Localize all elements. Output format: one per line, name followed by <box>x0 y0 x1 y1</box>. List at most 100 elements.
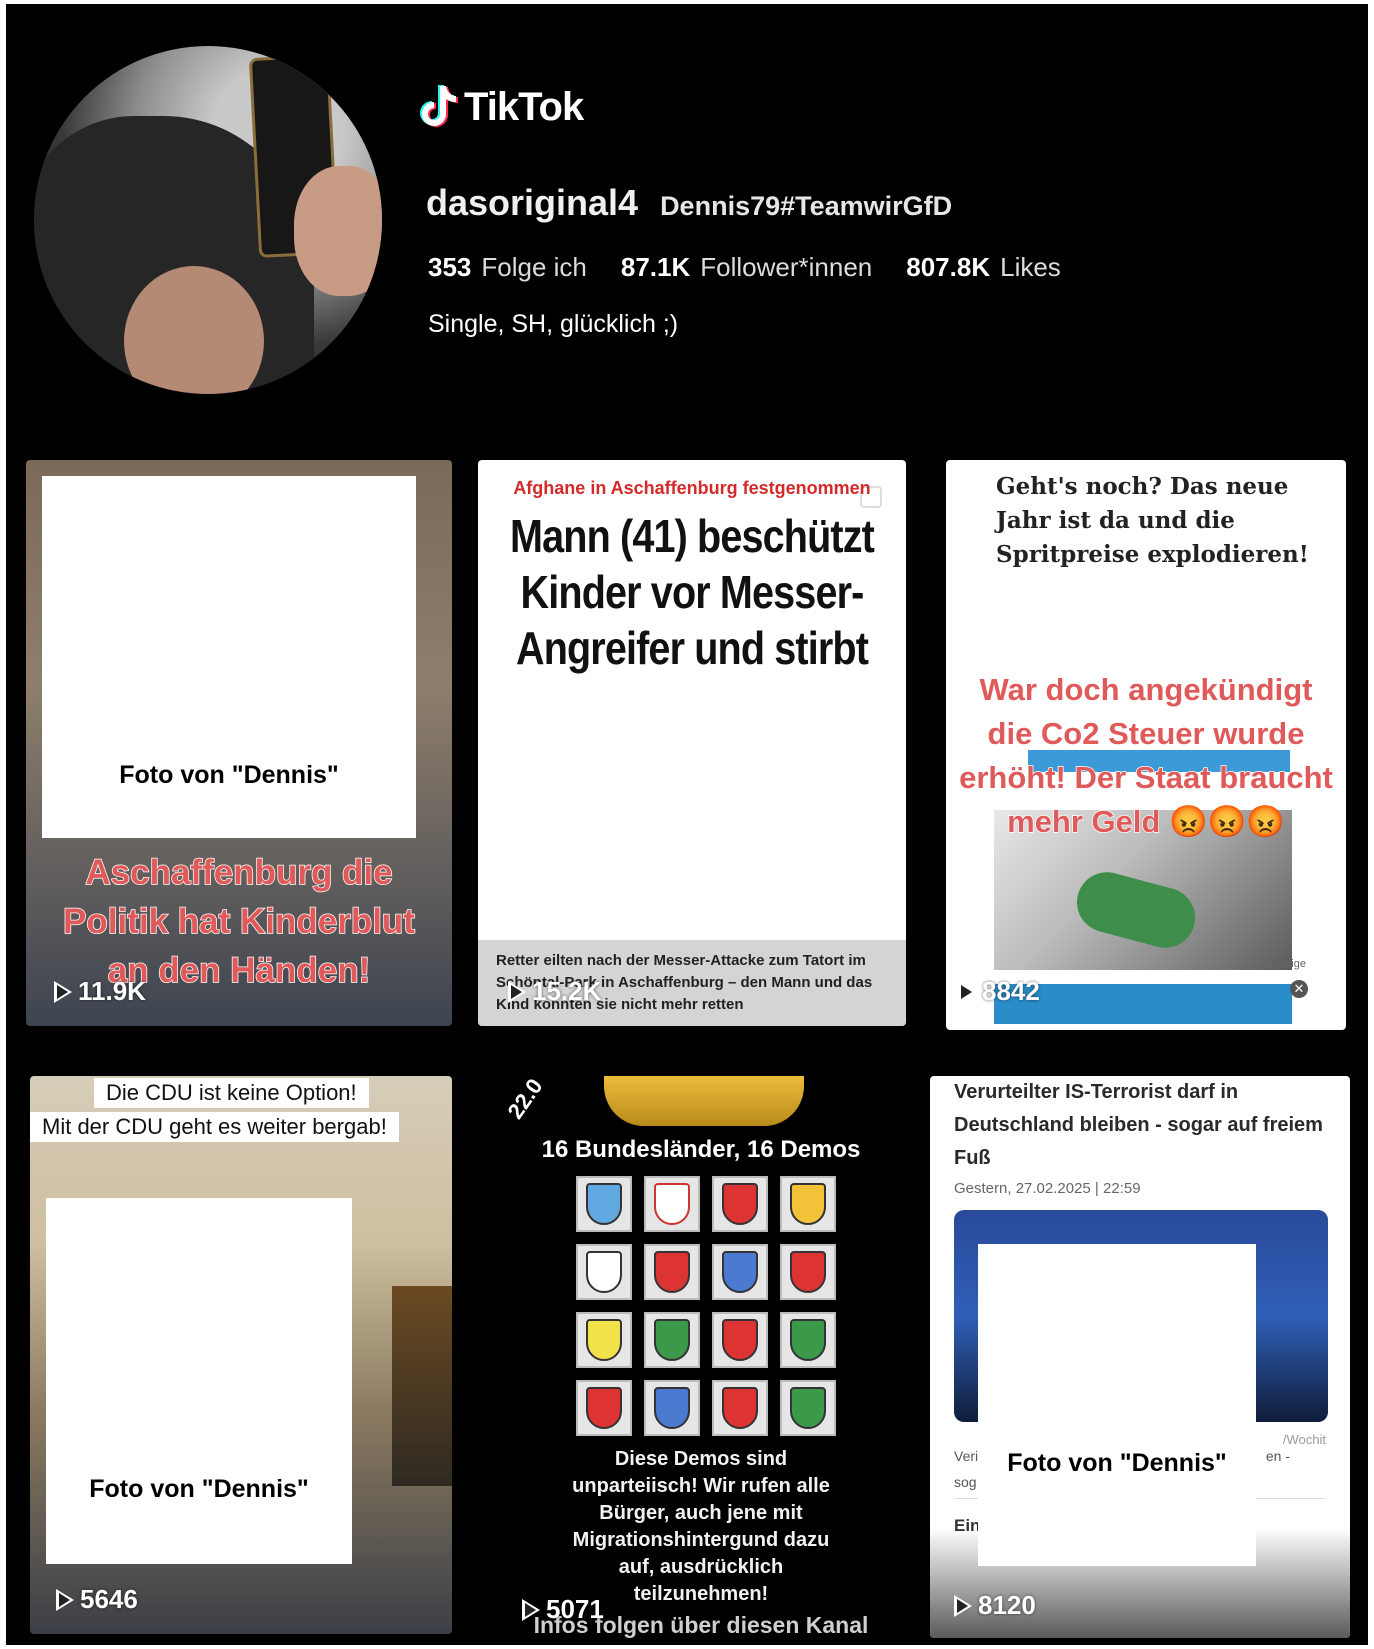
video-thumbnail-5[interactable]: 22.0 16 Bundesländer, 16 Demos Diese Dem… <box>494 1076 908 1638</box>
video-thumbnail-1[interactable]: Foto von "Dennis" Aschaffenburg die Poli… <box>26 460 452 1026</box>
overlay-line: mehr Geld 😡😡😡 <box>1006 803 1285 840</box>
coat-of-arms-icon <box>712 1244 768 1300</box>
photo-label: Foto von "Dennis" <box>89 1475 309 1503</box>
video-thumbnail-3[interactable]: Geht's noch? Das neue Jahr ist da und di… <box>946 460 1346 1030</box>
coat-of-arms-icon <box>644 1176 700 1232</box>
stat-value: 807.8K <box>906 252 991 282</box>
play-icon <box>522 1598 540 1621</box>
headline-line: Kinder vor Messer- <box>520 566 865 618</box>
video-thumbnail-4[interactable]: Die CDU ist keine Option! Mit der CDU ge… <box>30 1076 452 1634</box>
coat-of-arms-icon <box>644 1380 700 1436</box>
article-headline: Mann (41) beschützt Kinder vor Messer- A… <box>508 508 876 676</box>
article-title: Verurteilter IS-Terrorist darf in Deutsc… <box>954 1081 1323 1169</box>
overlay-line: Aschaffenburg die <box>85 852 394 893</box>
view-count-value: 8842 <box>982 976 1040 1006</box>
coat-of-arms-icon <box>712 1176 768 1232</box>
body-line: auf, ausdrücklich <box>618 1556 784 1578</box>
caption-line: Die CDU ist keine Option! <box>94 1078 369 1108</box>
stat-label: Folge ich <box>481 252 587 282</box>
username: dasoriginal4 <box>426 182 639 223</box>
video-overlay-text: War doch angekündigt die Co2 Steuer wurd… <box>946 668 1346 844</box>
view-count: 8842 <box>958 976 1040 1007</box>
view-count-value: 11.9K <box>78 976 146 1006</box>
tiktok-logo[interactable]: TikTok <box>420 84 584 130</box>
text-fragment: Veri <box>954 1448 979 1464</box>
stat-value: 87.1K <box>620 252 691 282</box>
view-count-value: 8120 <box>978 1590 1036 1620</box>
view-count: 15.2K <box>508 976 601 1007</box>
stat-following[interactable]: 353 Folge ich <box>428 252 587 283</box>
photo-label: Foto von "Dennis" <box>1007 1449 1227 1477</box>
coat-of-arms-icon <box>780 1244 836 1300</box>
stat-label: Likes <box>1000 252 1061 282</box>
user-identity: dasoriginal4 Dennis79#TeamwirGfD <box>426 182 952 224</box>
image-icon <box>1316 488 1338 510</box>
article-kicker: Afghane in Aschaffenburg festgenommen <box>513 478 871 498</box>
overlay-line: erhöht! Der Staat braucht <box>958 759 1333 796</box>
text-fragment: en - <box>1265 1448 1290 1464</box>
play-icon <box>958 980 976 1003</box>
body-line: Diese Demos sind <box>614 1448 788 1470</box>
view-count: 5646 <box>56 1584 138 1615</box>
profile-avatar[interactable] <box>34 46 382 394</box>
image-credit: /Wochit <box>1282 1432 1326 1447</box>
text-fragment: sog <box>954 1474 977 1490</box>
coat-of-arms-icon <box>712 1312 768 1368</box>
body-line: Bürger, auch jene mit <box>599 1502 803 1524</box>
wall-poster <box>392 1286 452 1486</box>
profile-bio: Single, SH, glücklich ;) <box>428 310 679 338</box>
view-count: 11.9K <box>54 976 146 1007</box>
redacted-photo: Foto von "Dennis" <box>42 476 416 838</box>
post-body: Diese Demos sind unparteiisch! Wir rufen… <box>544 1446 858 1608</box>
coat-of-arms-icon <box>780 1176 836 1232</box>
article-date: Gestern, 27.02.2025 | 22:59 <box>954 1180 1141 1197</box>
post-quote: Geht's noch? Das neue Jahr ist da und di… <box>996 473 1309 568</box>
overlay-line: Politik hat Kinderblut <box>62 901 415 942</box>
headline-line: Angreifer und stirbt <box>515 622 869 674</box>
post-heading: 16 Bundesländer, 16 Demos <box>541 1136 861 1163</box>
coat-of-arms-icon <box>576 1244 632 1300</box>
stat-likes: 807.8K Likes <box>906 252 1061 283</box>
video-overlay-text: Aschaffenburg die Politik hat Kinderblut… <box>26 848 452 995</box>
overlay-line: War doch angekündigt <box>979 671 1313 708</box>
body-line: Migrationshintergund dazu <box>572 1529 830 1551</box>
profile-page: TikTok dasoriginal4 Dennis79#TeamwirGfD … <box>6 4 1368 1645</box>
profile-stats: 353 Folge ich 87.1K Follower*innen 807.8K L… <box>428 252 1061 283</box>
coat-of-arms-icon <box>576 1312 632 1368</box>
brand-name: TikTok <box>464 84 584 129</box>
body-line: unparteiisch! Wir rufen alle <box>572 1475 830 1497</box>
play-icon <box>54 980 72 1003</box>
view-count-value: 5071 <box>546 1594 604 1624</box>
coat-of-arms-icon <box>712 1380 768 1436</box>
video-thumbnail-2[interactable]: Afghane in Aschaffenburg festgenommen Ma… <box>478 460 906 1026</box>
view-count-value: 5646 <box>80 1584 138 1614</box>
close-icon[interactable]: ✕ <box>1290 980 1308 998</box>
coat-of-arms-icon <box>644 1312 700 1368</box>
view-count-value: 15.2K <box>532 976 602 1006</box>
date-fragment: 22.0 <box>502 1076 548 1124</box>
coat-of-arms-icon <box>576 1380 632 1436</box>
nickname: Dennis79#TeamwirGfD <box>660 191 953 221</box>
stat-value: 353 <box>428 252 472 282</box>
state-coats-of-arms <box>576 1176 836 1436</box>
redacted-photo: Foto von "Dennis" <box>46 1198 352 1564</box>
play-icon <box>56 1588 74 1611</box>
play-icon <box>508 980 526 1003</box>
video-thumbnail-6[interactable]: Verurteilter IS-Terrorist darf in Deutsc… <box>930 1076 1350 1638</box>
stat-label: Follower*innen <box>700 252 873 282</box>
coat-of-arms-icon <box>780 1380 836 1436</box>
photo-label: Foto von "Dennis" <box>119 761 339 789</box>
view-count: 8120 <box>954 1590 1036 1621</box>
view-count: 5071 <box>522 1594 604 1625</box>
headline-line: Mann (41) beschützt <box>510 510 875 562</box>
caption-line: Retter eilten nach der Messer-Attacke zu… <box>496 952 866 969</box>
tiktok-note-icon <box>420 85 458 127</box>
eagle-emblem <box>604 1076 804 1126</box>
ad-label: Anzeige <box>1266 958 1306 970</box>
coat-of-arms-icon <box>644 1244 700 1300</box>
stat-followers[interactable]: 87.1K Follower*innen <box>621 252 872 283</box>
overlay-line: die Co2 Steuer wurde <box>987 715 1305 752</box>
redacted-photo: Foto von "Dennis" <box>978 1244 1256 1566</box>
coat-of-arms-icon <box>576 1176 632 1232</box>
play-icon <box>954 1594 972 1617</box>
